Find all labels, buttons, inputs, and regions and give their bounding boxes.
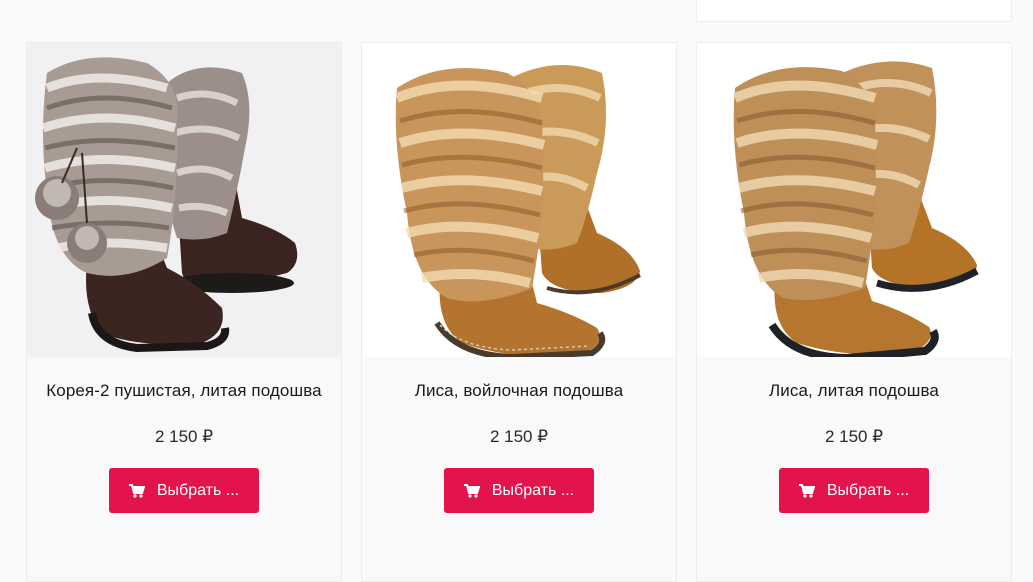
product-price: 2 150 ₽ — [489, 427, 549, 446]
product-image-link[interactable] — [697, 43, 1011, 357]
product-photo-fox-cast-sole-boots — [732, 61, 979, 357]
select-button[interactable]: Выбрать ... — [779, 468, 929, 513]
select-button-label: Выбрать ... — [826, 481, 910, 499]
select-button-label: Выбрать ... — [491, 481, 575, 499]
product-image-link[interactable] — [362, 43, 676, 357]
select-button-label: Выбрать ... — [156, 481, 240, 499]
cart-icon — [463, 483, 480, 498]
product-photo-korea-boots — [35, 57, 298, 353]
product-price: 2 150 ₽ — [154, 427, 214, 446]
product-title[interactable]: Лиса, войлочная подошва — [415, 380, 624, 402]
product-card: Лиса, литая подошва 2 150 ₽ Выбрать ... — [696, 42, 1012, 582]
product-card: Лиса, войлочная подошва 2 150 ₽ Выбрать … — [361, 42, 677, 582]
product-image-link[interactable] — [27, 43, 341, 357]
product-price: 2 150 ₽ — [824, 427, 884, 446]
select-button[interactable]: Выбрать ... — [109, 468, 259, 513]
select-button[interactable]: Выбрать ... — [444, 468, 594, 513]
product-title[interactable]: Корея-2 пушистая, литая подошва — [46, 380, 321, 402]
previous-row-card-edge — [696, 0, 1012, 22]
product-grid: Корея-2 пушистая, литая подошва 2 150 ₽ … — [26, 42, 1012, 582]
cart-icon — [128, 483, 145, 498]
product-title[interactable]: Лиса, литая подошва — [769, 380, 939, 402]
product-photo-fox-felt-boots — [395, 65, 641, 357]
product-card: Корея-2 пушистая, литая подошва 2 150 ₽ … — [26, 42, 342, 582]
cart-icon — [798, 483, 815, 498]
